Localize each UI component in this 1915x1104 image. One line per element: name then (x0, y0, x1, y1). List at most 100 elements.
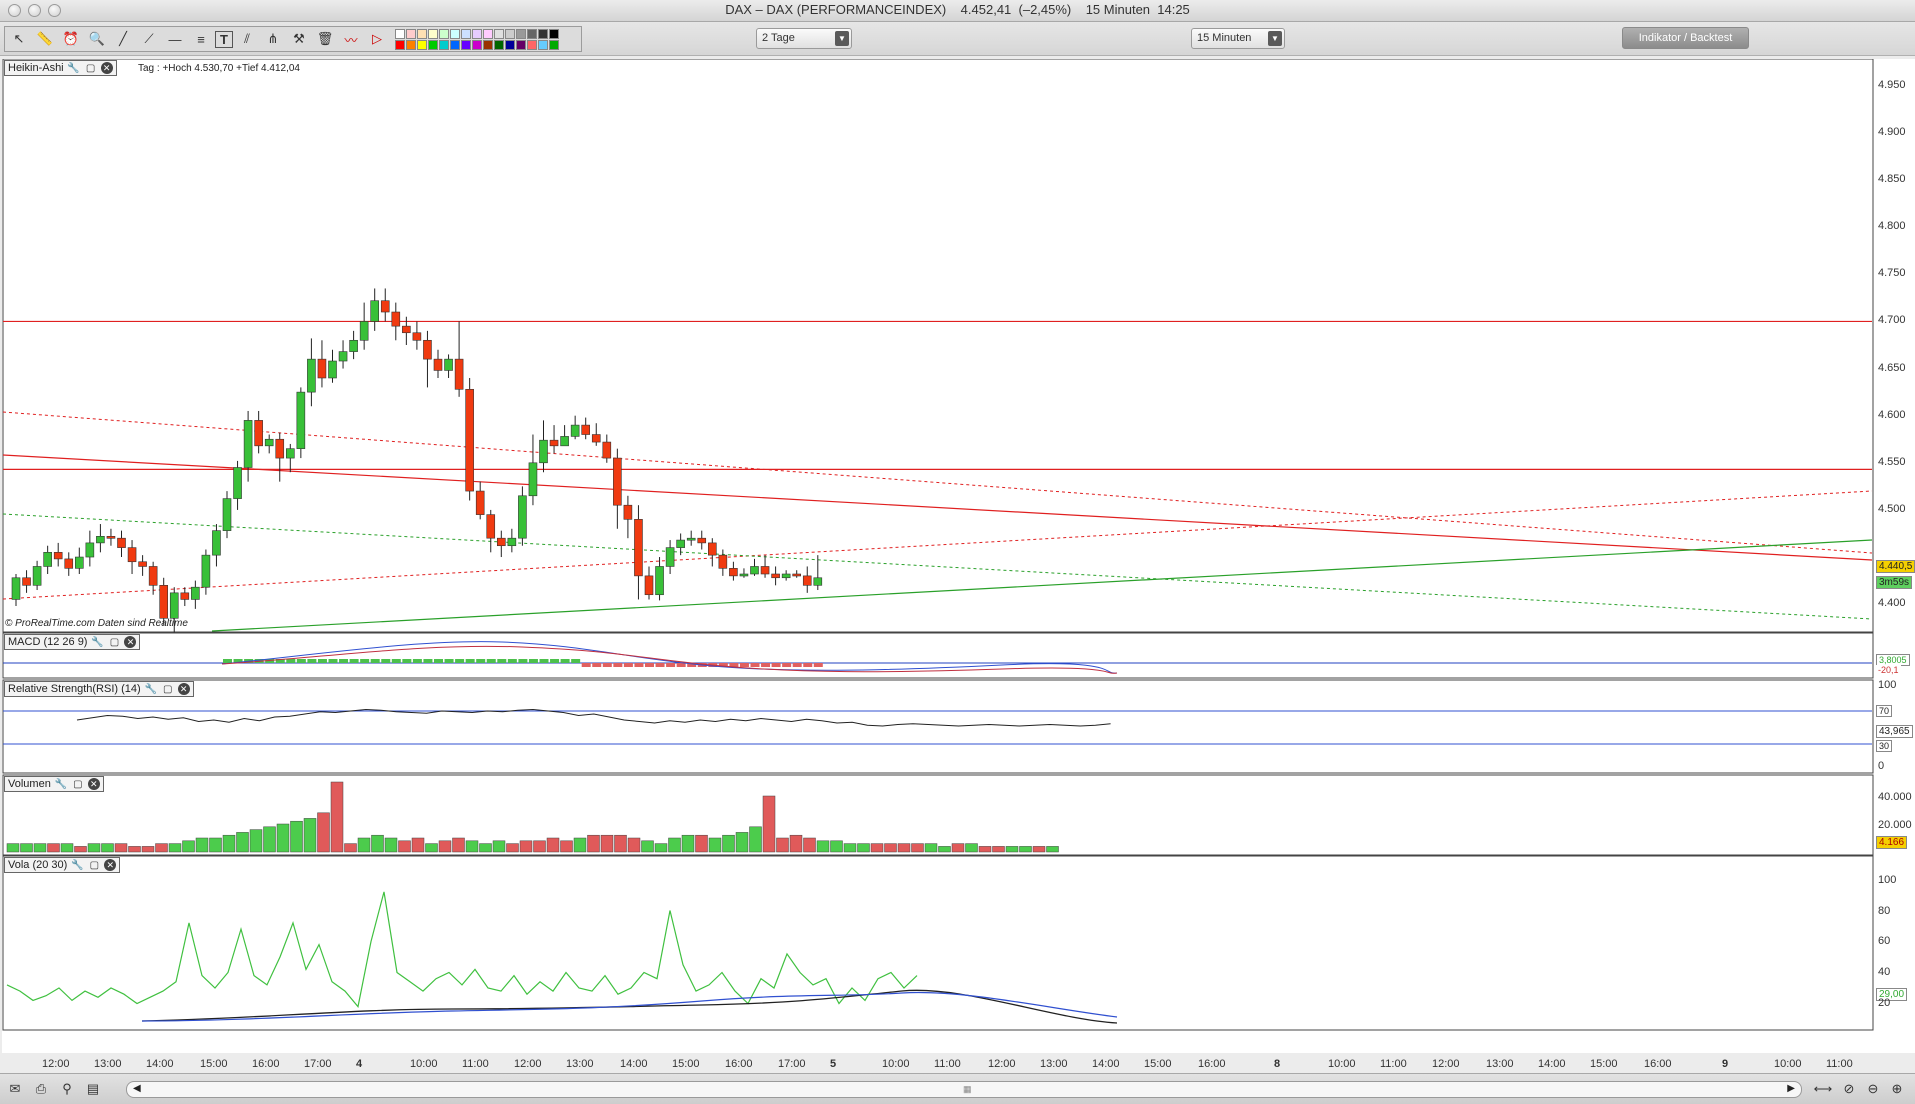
time-scrollbar[interactable]: ◀ ▶ ▦ (126, 1081, 1802, 1098)
time-tick-label: 12:00 (988, 1058, 1016, 1070)
close-icon[interactable]: ✕ (124, 636, 137, 648)
line-icon[interactable]: ╱ (111, 28, 135, 50)
link-icon[interactable]: ⚲ (56, 1079, 78, 1099)
color-swatch[interactable] (439, 28, 449, 39)
candle-body (433, 358, 443, 371)
zoom-out-icon[interactable]: ⊖ (1862, 1079, 1884, 1099)
text-icon[interactable]: T (215, 30, 233, 48)
color-swatch[interactable] (417, 39, 427, 50)
color-swatch[interactable] (494, 28, 504, 39)
color-swatch[interactable] (406, 39, 416, 50)
color-swatch[interactable] (505, 28, 515, 39)
color-swatch[interactable] (395, 39, 405, 50)
volume-bar (101, 843, 114, 853)
color-swatch[interactable] (549, 39, 559, 50)
color-swatch[interactable] (417, 28, 427, 39)
wrench-icon[interactable]: 🔧 (67, 62, 81, 75)
interval-select[interactable]: 15 Minuten ▼ (1191, 28, 1285, 49)
color-swatch[interactable] (472, 39, 482, 50)
time-tick-label: 16:00 (725, 1058, 753, 1070)
window-icon[interactable]: ▢ (71, 778, 85, 791)
scroll-right-icon[interactable]: ▶ (1787, 1083, 1795, 1094)
candle-body (117, 537, 126, 548)
indicator-backtest-button[interactable]: Indikator / Backtest (1622, 27, 1749, 49)
channel-icon[interactable]: ⫽ (235, 28, 259, 50)
wrench-icon[interactable]: 🔧 (90, 636, 104, 649)
mail-icon[interactable]: ✉ (4, 1079, 26, 1099)
color-swatch[interactable] (527, 39, 537, 50)
alarm-icon[interactable]: ⏰ (59, 28, 83, 50)
period-select[interactable]: 2 Tage ▼ (756, 28, 852, 49)
zoom-window-icon[interactable] (48, 4, 61, 17)
time-tick-label: 8 (1274, 1058, 1281, 1070)
color-swatch[interactable] (428, 39, 438, 50)
close-window-icon[interactable] (8, 4, 21, 17)
color-swatch[interactable] (538, 39, 548, 50)
color-swatch[interactable] (538, 28, 548, 39)
drawing-tools: ↖ 📏 ⏰ 🔍 ╱ ⟋ — ≡ T ⫽ ⋔ ⚒ 🗑 〰 ▷ (4, 26, 582, 52)
ray-icon[interactable]: ⟋ (137, 28, 161, 50)
magnet-icon[interactable]: ⚒ (287, 28, 311, 50)
wrench-icon[interactable]: 🔧 (54, 778, 68, 791)
color-swatch[interactable] (516, 28, 526, 39)
zoom-icon[interactable]: 🔍 (85, 28, 109, 50)
macd-histogram-bar (528, 659, 538, 663)
color-swatch[interactable] (450, 28, 460, 39)
candle-body (307, 358, 316, 393)
minimize-window-icon[interactable] (28, 4, 41, 17)
status-bar: ✉ ⎙ ⚲ ▤ ◀ ▶ ▦ ⟷ ⊘ ⊖ ⊕ (0, 1073, 1915, 1104)
wrench-icon[interactable]: 🔧 (144, 683, 158, 696)
color-swatch[interactable] (428, 28, 438, 39)
candle-body (391, 311, 401, 327)
candle-body (591, 434, 601, 443)
rsi-label: Relative Strength(RSI) (14) (8, 683, 141, 695)
color-swatch[interactable] (461, 28, 471, 39)
color-swatch[interactable] (472, 28, 482, 39)
trend-icon[interactable]: 〰 (339, 28, 363, 50)
color-swatch[interactable] (439, 39, 449, 50)
scroll-thumb[interactable]: ▦ (963, 1084, 972, 1095)
color-swatch[interactable] (516, 39, 526, 50)
color-swatch[interactable] (483, 39, 493, 50)
close-icon[interactable]: ✕ (100, 62, 113, 74)
window-icon[interactable]: ▢ (84, 62, 98, 75)
window-icon[interactable]: ▢ (107, 636, 121, 649)
color-swatch[interactable] (505, 39, 515, 50)
fib-icon[interactable]: ≡ (189, 28, 213, 50)
chart-area[interactable]: Heikin-Ashi 🔧 ▢ ✕ Tag : +Hoch 4.530,70 +… (2, 59, 1915, 1070)
pointer-icon[interactable]: ↖ (7, 28, 31, 50)
color-swatch[interactable] (450, 39, 460, 50)
color-swatch[interactable] (461, 39, 471, 50)
volume-bar (6, 843, 20, 853)
volume-bar (290, 820, 303, 853)
window-icon[interactable]: ▢ (87, 859, 101, 872)
color-swatch[interactable] (395, 28, 405, 39)
hline-icon[interactable]: — (163, 28, 187, 50)
print-icon[interactable]: ⎙ (30, 1079, 52, 1099)
window-icon[interactable]: ▢ (161, 683, 175, 696)
color-swatch[interactable] (549, 28, 559, 39)
ruler-icon[interactable]: 📏 (33, 28, 57, 50)
color-swatch[interactable] (406, 28, 416, 39)
wrench-icon[interactable]: 🔧 (70, 859, 84, 872)
time-tick-label: 11:00 (1826, 1058, 1853, 1070)
candle-body (233, 467, 242, 499)
chart-canvas[interactable] (2, 59, 1915, 1053)
fit-icon[interactable]: ⟷ (1812, 1079, 1834, 1099)
candle-body (518, 495, 527, 539)
save-icon[interactable]: ▤ (82, 1079, 104, 1099)
close-icon[interactable]: ✕ (104, 859, 117, 871)
trash-icon[interactable]: 🗑 (313, 28, 337, 50)
color-swatch[interactable] (483, 28, 493, 39)
rsi-30-tag: 30 (1876, 740, 1893, 752)
arrow-tool-icon[interactable]: ▷ (365, 28, 389, 50)
zoom-in-icon[interactable]: ⊕ (1886, 1079, 1908, 1099)
color-swatch[interactable] (527, 28, 537, 39)
pitchfork-icon[interactable]: ⋔ (261, 28, 285, 50)
close-icon[interactable]: ✕ (177, 683, 190, 695)
reset-icon[interactable]: ⊘ (1838, 1079, 1860, 1099)
color-swatch[interactable] (494, 39, 504, 50)
close-icon[interactable]: ✕ (87, 778, 100, 790)
time-tick-label: 14:00 (1092, 1058, 1120, 1070)
scroll-left-icon[interactable]: ◀ (133, 1083, 141, 1094)
